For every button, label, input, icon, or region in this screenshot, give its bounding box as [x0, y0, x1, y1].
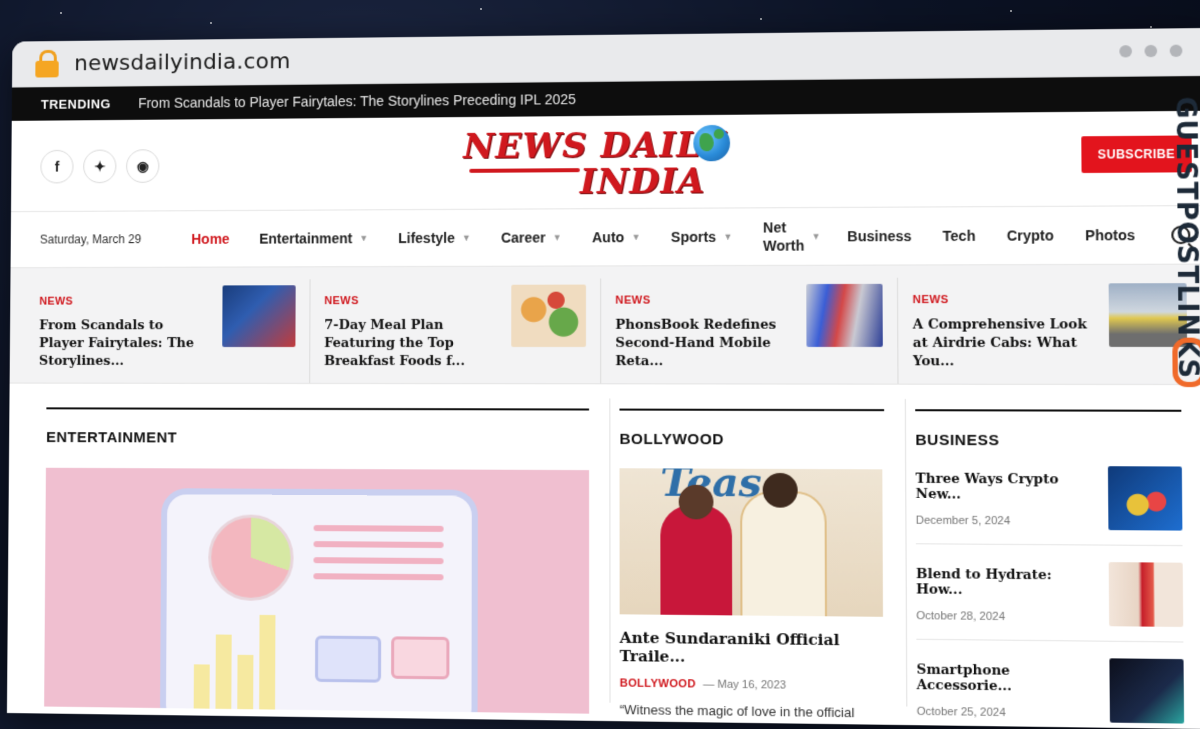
entertainment-section: ENTERTAINMENT: [44, 407, 590, 714]
nav-item-crypto[interactable]: Crypto: [1007, 227, 1054, 244]
post-meta: BOLLYWOOD — May 16, 2023: [620, 677, 886, 692]
post-category[interactable]: BOLLYWOOD: [620, 677, 696, 690]
featured-card[interactable]: NEWS A Comprehensive Look at Airdrie Cab…: [913, 277, 1200, 384]
section-title[interactable]: BUSINESS: [915, 409, 1182, 450]
post-excerpt: “Witness the magic of love in the offici…: [619, 701, 855, 721]
card-category[interactable]: NEWS: [324, 295, 501, 307]
chevron-down-icon: ▼: [631, 232, 641, 243]
chevron-down-icon: ▼: [552, 232, 562, 243]
browser-window: newsdailyindia.com TRENDING From Scandal…: [6, 27, 1200, 729]
list-item-thumbnail[interactable]: [1109, 658, 1185, 724]
site-header: f ✦ ◉ NEWS DAILY INDIA SUBSCRIBE: [11, 110, 1200, 213]
logo-text-bottom: INDIA: [579, 161, 706, 203]
card-title[interactable]: PhonsBook Redefines Second-Hand Mobile R…: [615, 317, 796, 372]
featured-card[interactable]: NEWS From Scandals to Player Fairytales:…: [38, 279, 311, 383]
post-title[interactable]: Ante Sundaraniki Official Traile...: [620, 629, 886, 669]
link-icon: [1172, 337, 1200, 388]
main-content: ENTERTAINMENT BOLLYWOOD Teas Ante Sundar…: [7, 384, 1200, 729]
card-title[interactable]: A Comprehensive Look at Airdrie Cabs: Wh…: [913, 316, 1099, 371]
hero-image[interactable]: [44, 467, 590, 714]
nav-item-tech[interactable]: Tech: [943, 228, 976, 244]
instagram-icon[interactable]: ◉: [126, 149, 160, 183]
featured-strip: NEWS From Scandals to Player Fairytales:…: [9, 264, 1200, 386]
window-dot-icon[interactable]: [1144, 44, 1158, 58]
nav-item-business[interactable]: Business: [847, 228, 911, 245]
facebook-icon[interactable]: f: [40, 149, 74, 184]
list-item-thumbnail[interactable]: [1107, 466, 1183, 531]
envelope-icon: [315, 635, 382, 683]
list-item-thumbnail[interactable]: [1108, 562, 1184, 627]
nav-item-lifestyle[interactable]: Lifestyle ▼: [398, 230, 471, 246]
lock-icon: [33, 49, 60, 78]
social-links: f ✦ ◉: [40, 149, 160, 184]
card-thumbnail[interactable]: [222, 285, 296, 348]
globe-icon: [693, 124, 731, 162]
window-dot-icon[interactable]: [1169, 44, 1183, 57]
featured-card[interactable]: NEWS PhonsBook Redefines Second-Hand Mob…: [615, 277, 899, 384]
card-thumbnail[interactable]: [806, 283, 883, 347]
nav-item-auto[interactable]: Auto ▼: [592, 229, 640, 245]
bar-chart-illustration: [193, 614, 276, 714]
list-item-title[interactable]: Blend to Hydrate: How...: [916, 567, 1094, 599]
card-thumbnail[interactable]: [511, 284, 587, 347]
card-title[interactable]: From Scandals to Player Fairytales: The …: [39, 317, 213, 371]
list-item-title[interactable]: Three Ways Crypto New...: [916, 472, 1094, 504]
bollywood-section: BOLLYWOOD Teas Ante Sundaraniki Official…: [619, 408, 886, 721]
list-item-date: October 25, 2024: [916, 705, 1006, 720]
post-date: — May 16, 2023: [703, 678, 787, 692]
nav-item-photos[interactable]: Photos: [1085, 227, 1135, 244]
chat-bubble-icon: [391, 636, 450, 680]
nav-item-career[interactable]: Career ▼: [501, 229, 562, 245]
current-date: Saturday, March 29: [39, 232, 142, 247]
chevron-down-icon: ▼: [461, 232, 471, 243]
window-dot-icon[interactable]: [1119, 45, 1132, 58]
logo-swoosh: [469, 168, 580, 173]
chevron-down-icon: ▼: [359, 233, 369, 244]
chevron-down-icon: ▼: [811, 231, 821, 242]
watermark: GUESTPOSTLINKS: [1164, 96, 1200, 408]
list-item[interactable]: Smartphone Accessorie... October 25, 202…: [916, 639, 1185, 729]
list-item-title[interactable]: Smartphone Accessorie...: [916, 662, 1094, 695]
site-logo[interactable]: NEWS DAILY INDIA: [459, 121, 752, 203]
card-category[interactable]: NEWS: [39, 295, 212, 308]
card-category[interactable]: NEWS: [913, 294, 1099, 306]
nav-item-sports[interactable]: Sports ▼: [671, 229, 732, 245]
card-category[interactable]: NEWS: [615, 294, 796, 306]
card-title[interactable]: 7-Day Meal Plan Featuring the Top Breakf…: [324, 317, 501, 371]
business-section: BUSINESS Three Ways Crypto New... Decemb…: [915, 409, 1185, 729]
main-nav: Saturday, March 29 Home Entertainment ▼ L…: [10, 206, 1200, 269]
dashboard-illustration: [159, 488, 478, 714]
trending-headline[interactable]: From Scandals to Player Fairytales: The …: [138, 91, 576, 111]
section-title[interactable]: BOLLYWOOD: [619, 408, 885, 449]
chevron-down-icon: ▼: [723, 231, 733, 242]
nav-item-net-worth[interactable]: Net Worth ▼: [763, 218, 821, 255]
trending-label: TRENDING: [40, 95, 111, 112]
section-title[interactable]: ENTERTAINMENT: [46, 407, 590, 448]
text-lines-illustration: [313, 525, 444, 590]
nav-item-home[interactable]: Home: [191, 231, 229, 247]
post-image[interactable]: Teas: [619, 468, 883, 617]
pie-chart-illustration: [208, 514, 294, 602]
address-bar[interactable]: newsdailyindia.com: [74, 49, 290, 76]
window-controls: [1119, 44, 1183, 58]
list-item[interactable]: Blend to Hydrate: How... October 28, 202…: [915, 544, 1184, 643]
nav-item-entertainment[interactable]: Entertainment ▼: [259, 230, 368, 246]
featured-card[interactable]: NEWS 7-Day Meal Plan Featuring the Top B…: [324, 278, 602, 384]
list-item[interactable]: Three Ways Crypto New... December 5, 202…: [915, 449, 1183, 547]
list-item-date: December 5, 2024: [915, 514, 1011, 528]
list-item-date: October 28, 2024: [916, 609, 1006, 624]
twitter-icon[interactable]: ✦: [83, 149, 117, 184]
